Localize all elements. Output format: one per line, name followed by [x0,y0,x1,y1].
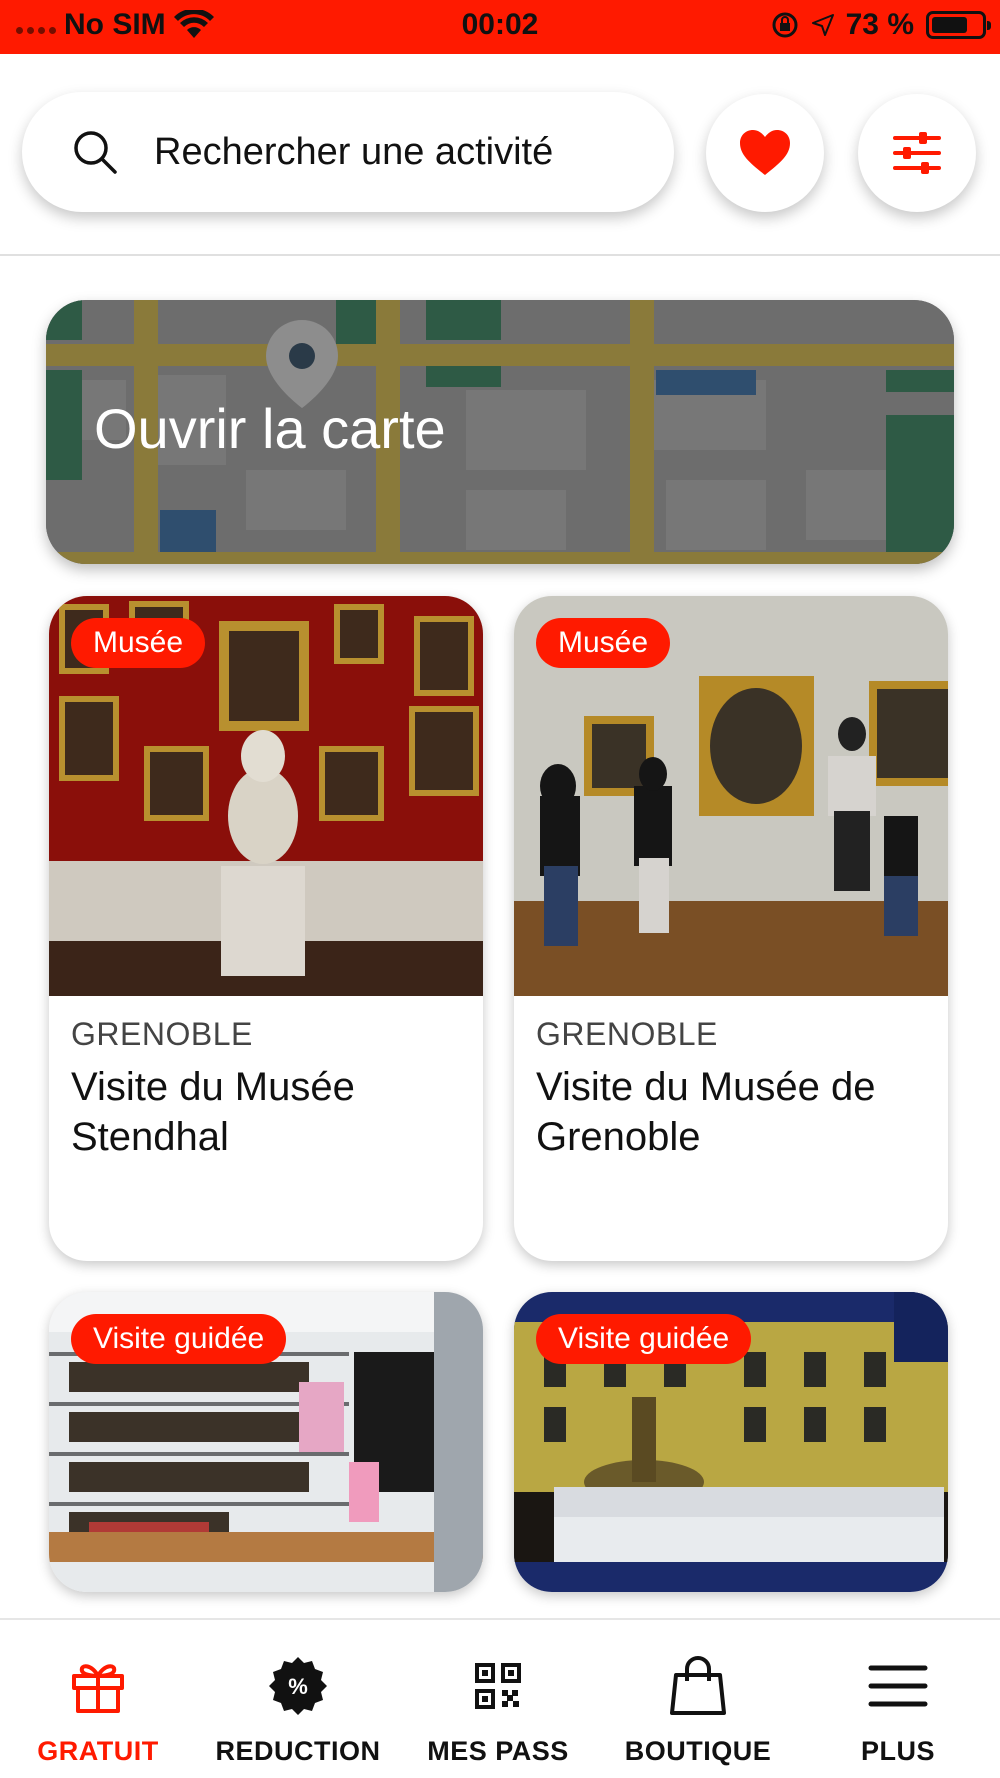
battery-percentage: 73 % [845,8,914,41]
open-map-card[interactable]: Ouvrir la carte [46,300,954,564]
search-icon [74,131,117,174]
activity-city: GRENOBLE [71,1016,253,1052]
activity-title: Visite du Musée Stendhal [71,1065,355,1159]
activity-title: Visite du Musée de Grenoble [536,1065,876,1159]
nav-label: GRATUIT [37,1736,159,1766]
percent-badge-icon: % [269,1657,327,1715]
battery-icon [926,11,991,39]
favorites-button[interactable] [706,94,824,212]
svg-text:%: % [288,1674,308,1699]
location-icon [811,14,834,36]
nav-item-reduction[interactable]: % REDUCTION [198,1650,398,1767]
category-badge: Musée [536,618,671,668]
header-divider [0,254,1000,256]
nav-label: REDUCTION [215,1736,381,1766]
status-bar: No SIM 00:02 73 % [0,0,1000,54]
activity-card[interactable]: Musée GRENOBLE Visite du Musée de Grenob… [514,596,948,1261]
nav-item-mes-pass[interactable]: MES PASS [398,1650,598,1767]
activity-card[interactable]: Visite guidée [49,1292,483,1592]
nav-label: PLUS [860,1736,935,1766]
category-badge: Visite guidée [536,1314,752,1364]
sliders-icon [893,132,941,174]
qr-code-icon [475,1663,521,1709]
gift-icon [72,1664,124,1713]
activity-card[interactable]: Musée GRENOBLE Visite du Musée Stendhal [49,596,483,1261]
activity-card[interactable]: Visite guidée [514,1292,948,1592]
filter-button[interactable] [858,94,976,212]
nav-item-plus[interactable]: PLUS [798,1650,998,1767]
category-badge: Visite guidée [71,1314,287,1364]
nav-item-gratuit[interactable]: GRATUIT [0,1650,198,1767]
search-bar[interactable] [22,92,674,212]
heart-icon [740,130,790,175]
nav-label: BOUTIQUE [624,1736,772,1766]
rotation-lock-icon [772,12,798,38]
activity-city: GRENOBLE [536,1016,718,1052]
nav-label: MES PASS [427,1736,569,1766]
bottom-navigation: GRATUIT % REDUCTION MES PASS BOUTIQUE PL… [0,1618,1000,1778]
category-badge: Musée [71,618,206,668]
open-map-label: Ouvrir la carte [94,397,446,460]
shopping-bag-icon [670,1656,726,1715]
nav-item-boutique[interactable]: BOUTIQUE [598,1650,798,1767]
menu-icon [868,1665,928,1707]
search-input[interactable] [154,130,624,174]
